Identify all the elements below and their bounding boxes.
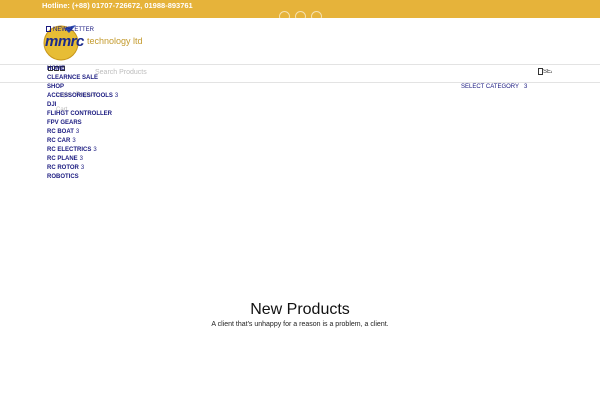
nav-item-rc-electrics[interactable]: RC ELECTRICS 3 [47,146,118,155]
nav-item-accessories-tools[interactable]: ACCESSORIES/TOOLS 3 [47,92,118,101]
nav-item-rc-car[interactable]: RC CAR 3 [47,137,118,146]
search-button-label: SEARCH [543,69,552,75]
social-icon[interactable] [295,11,306,22]
newsletter-icon [46,26,51,32]
social-icon[interactable] [311,11,322,22]
chevron-down-icon: 3 [524,84,528,90]
chevron-down-icon: 3 [93,147,97,153]
newsletter-label: NEWSLETTER [53,27,95,33]
section-title: New Products [250,301,350,318]
nav-item-robotics[interactable]: ROBOTICS [47,173,118,182]
nav-item-shop[interactable]: SHOP [47,83,118,92]
select-category-label: SELECT CATEGORY [461,84,520,90]
select-category-dropdown[interactable]: SELECT CATEGORY 3 [461,84,527,90]
chevron-down-icon: 3 [79,156,84,162]
nav-item-flight-controller[interactable]: FLIHGT CONTROLLER [47,110,118,119]
nav-item-rc-rotor[interactable]: RC ROTOR 3 [47,164,118,173]
nav-item-fpv-gears[interactable]: FPV GEARS [47,119,118,128]
main-navigation: HOME CLEARNCE SALE SHOP ACCESSORIES/TOOL… [47,65,118,182]
chevron-down-icon: 3 [75,129,80,135]
logo-tagline: technology ltd [87,36,143,46]
logo-wordmark[interactable]: mmrc [45,33,84,50]
social-icon[interactable] [279,11,290,22]
top-bar: Hotline: (+88) 01707-726672, 01988-89376… [0,0,600,22]
section-subtitle: A client that's unhappy for a reason is … [211,321,389,328]
hotline-text: Hotline: (+88) 01707-726672, 01988-89376… [42,1,193,10]
search-button[interactable]: SEARCH [538,68,552,76]
chevron-down-icon: 3 [114,93,119,99]
nav-item-rc-boat[interactable]: RC BOAT 3 [47,128,118,137]
nav-item-clearance-sale[interactable]: CLEARNCE SALE [47,74,118,83]
chevron-down-icon: 3 [80,165,85,171]
newsletter-link[interactable]: NEWSLETTER [46,26,94,33]
nav-item-home[interactable]: HOME [47,65,118,74]
nav-item-dji[interactable]: DJI [47,101,118,110]
nav-item-rc-plane[interactable]: RC PLANE 3 [47,155,118,164]
chevron-down-icon: 3 [72,138,76,144]
